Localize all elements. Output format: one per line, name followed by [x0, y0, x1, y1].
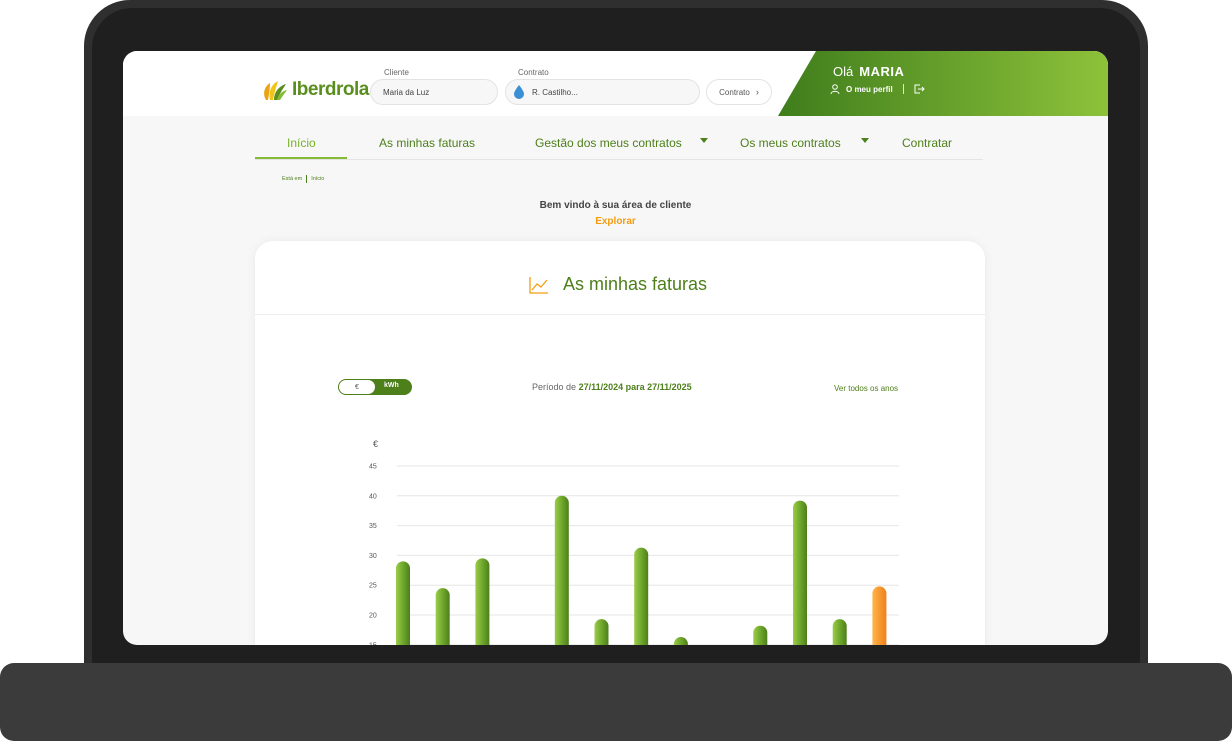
- breadcrumb-prefix: Está em: [282, 176, 303, 182]
- user-name: MARIA: [859, 64, 905, 79]
- y-axis-label: €: [373, 439, 378, 449]
- breadcrumb: Está em Início: [282, 175, 324, 183]
- toggle-option-euro[interactable]: €: [339, 380, 375, 394]
- toggle-option-kwh[interactable]: kWh: [384, 382, 399, 389]
- y-tick-label: 15: [369, 642, 377, 645]
- card-title: As minhas faturas: [563, 274, 708, 294]
- bar[interactable]: [793, 500, 807, 645]
- invoices-card: As minhas faturas € kWh Período de 27/11…: [255, 241, 985, 645]
- screen: Iberdrola Cliente Maria da Luz Contrato …: [123, 51, 1108, 645]
- logout-icon[interactable]: [914, 84, 925, 94]
- breadcrumb-current[interactable]: Início: [311, 176, 324, 182]
- nav-item-meus-contratos[interactable]: Os meus contratos: [740, 136, 841, 150]
- active-tab-indicator: [255, 157, 347, 159]
- chart-bars: [396, 495, 887, 645]
- bar[interactable]: [832, 619, 847, 645]
- profile-area: O meu perfil: [830, 84, 925, 94]
- leaf-logo-icon: [264, 81, 287, 100]
- nav-item-contratar[interactable]: Contratar: [902, 136, 952, 150]
- bar[interactable]: [554, 495, 569, 645]
- caret-down-icon[interactable]: [861, 138, 869, 143]
- card-header: As minhas faturas: [255, 241, 985, 315]
- y-tick-label: 35: [369, 523, 377, 530]
- main-nav: Início As minhas faturas Gestão dos meus…: [255, 129, 983, 160]
- water-drop-icon: [514, 85, 524, 99]
- y-tick-label: 25: [369, 583, 377, 590]
- caret-down-icon[interactable]: [700, 138, 708, 143]
- line-chart-icon: [529, 277, 548, 294]
- period-value: 27/11/2024 para 27/11/2025: [578, 382, 692, 392]
- invoices-bar-chart: € 45 40 35 30 25 20 15: [369, 439, 899, 645]
- y-tick-label: 45: [369, 464, 377, 471]
- chevron-right-icon: ›: [755, 87, 759, 97]
- bar[interactable]: [634, 547, 649, 645]
- top-bar: Iberdrola Cliente Maria da Luz Contrato …: [123, 51, 1108, 116]
- see-all-years-link[interactable]: Ver todos os anos: [834, 384, 898, 393]
- nav-item-inicio[interactable]: Início: [287, 136, 316, 150]
- greeting: Olá MARIA: [833, 64, 904, 79]
- bar[interactable]: [475, 558, 490, 645]
- bar-current-period[interactable]: [872, 586, 887, 645]
- nav-item-gestao-contratos[interactable]: Gestão dos meus contratos: [535, 136, 682, 150]
- brand-logo[interactable]: Iberdrola: [262, 79, 369, 101]
- unit-toggle[interactable]: € kWh: [338, 379, 412, 395]
- contract-value: R. Castilho...: [532, 87, 578, 97]
- client-value: Maria da Luz: [383, 87, 430, 97]
- divider: [902, 84, 904, 94]
- nav-item-faturas[interactable]: As minhas faturas: [379, 136, 475, 150]
- y-tick-label: 40: [369, 493, 377, 500]
- greeting-panel: [778, 51, 1108, 116]
- user-icon: [830, 84, 840, 94]
- contract-label: Contrato: [518, 68, 549, 77]
- period-text: Período de 27/11/2024 para 27/11/2025: [532, 382, 692, 392]
- contract-button[interactable]: Contrato ›: [706, 79, 772, 105]
- profile-link[interactable]: O meu perfil: [846, 85, 893, 94]
- client-selector[interactable]: Maria da Luz: [370, 79, 498, 105]
- explore-link[interactable]: Explorar: [123, 216, 1108, 227]
- bar[interactable]: [673, 637, 688, 645]
- y-tick-label: 20: [369, 613, 377, 620]
- client-label: Cliente: [384, 68, 409, 77]
- bar[interactable]: [396, 561, 410, 645]
- greeting-word: Olá: [833, 64, 854, 79]
- y-tick-label: 30: [369, 553, 377, 560]
- brand-name: Iberdrola: [292, 79, 369, 100]
- bar[interactable]: [594, 619, 609, 645]
- welcome-title: Bem vindo à sua área de cliente: [539, 200, 692, 211]
- contract-button-label: Contrato: [719, 87, 750, 97]
- laptop-base: [0, 663, 1232, 741]
- period-prefix: Período de: [532, 382, 577, 392]
- breadcrumb-separator: [306, 175, 308, 183]
- contract-selector[interactable]: R. Castilho...: [505, 79, 700, 105]
- bar[interactable]: [753, 625, 768, 645]
- bar[interactable]: [435, 588, 450, 645]
